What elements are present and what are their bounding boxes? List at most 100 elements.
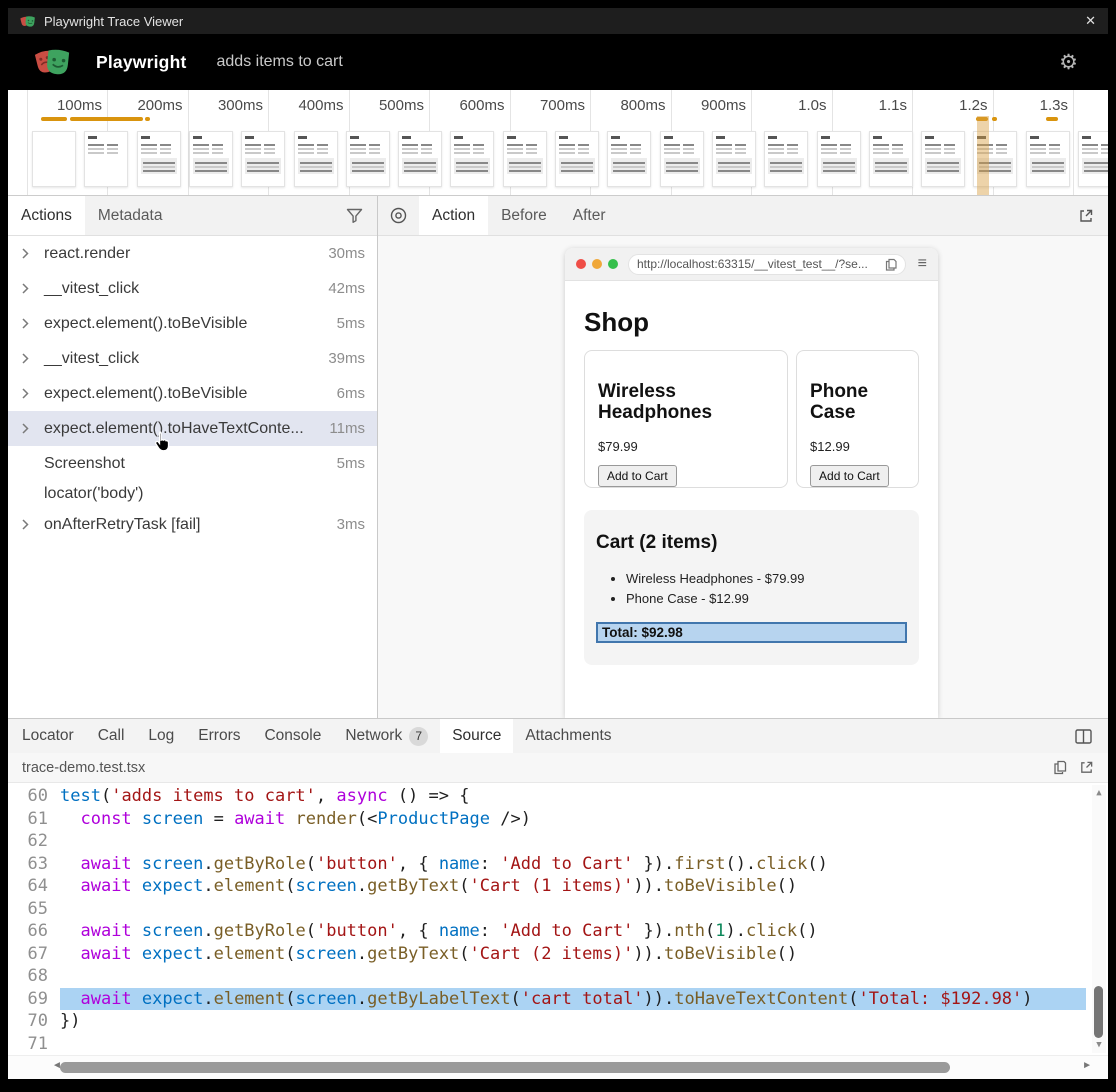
chevron-right-icon[interactable] xyxy=(22,283,44,294)
mini-col xyxy=(507,142,523,154)
mini-title xyxy=(1030,136,1039,139)
filter-icon[interactable] xyxy=(346,208,363,224)
film-frame[interactable] xyxy=(607,131,651,187)
action-row[interactable]: __vitest_click42ms xyxy=(8,271,377,306)
scroll-down-icon[interactable]: ▼ xyxy=(1092,1040,1106,1050)
film-frame[interactable] xyxy=(660,131,704,187)
tab-actions[interactable]: Actions xyxy=(8,196,85,235)
action-row[interactable]: expect.element().toBeVisible6ms xyxy=(8,376,377,411)
film-frame[interactable] xyxy=(973,131,1017,187)
action-row[interactable]: Screenshot5ms xyxy=(8,446,377,481)
line-content: await expect.element(screen.getByText('C… xyxy=(60,943,1086,966)
code-vertical-scrollbar[interactable]: ▲ ▼ xyxy=(1092,785,1106,1053)
close-icon[interactable]: ✕ xyxy=(1085,13,1096,29)
open-snapshot-icon[interactable] xyxy=(1078,208,1094,224)
chevron-right-icon[interactable] xyxy=(22,423,44,434)
mini-title xyxy=(88,136,97,139)
tab-network[interactable]: Network7 xyxy=(333,719,440,753)
tab-after[interactable]: After xyxy=(560,196,619,235)
snapshot-viewport: http://localhost:63315/__vitest_test__/?… xyxy=(378,236,1108,718)
line-number: 67 xyxy=(8,943,48,966)
mini-col xyxy=(421,142,432,154)
cart-item: Wireless Headphones - $79.99 xyxy=(626,569,907,589)
mini-products xyxy=(716,142,752,154)
vertical-scroll-thumb[interactable] xyxy=(1094,986,1103,1038)
tab-metadata[interactable]: Metadata xyxy=(85,196,176,235)
film-strip xyxy=(8,131,1108,189)
mini-title xyxy=(977,136,986,139)
copy-url-icon[interactable] xyxy=(885,258,897,271)
timeline-action-bar xyxy=(1046,117,1058,121)
film-frame[interactable] xyxy=(450,131,494,187)
mini-title xyxy=(245,136,254,139)
timeline-action-bar xyxy=(992,117,997,121)
film-frame[interactable] xyxy=(1078,131,1108,187)
tab-action[interactable]: Action xyxy=(419,196,488,235)
film-frame[interactable] xyxy=(555,131,599,187)
code-horizontal-scrollbar[interactable]: ◄ ► xyxy=(8,1055,1108,1079)
gear-icon[interactable]: ⚙ xyxy=(1059,52,1078,73)
add-to-cart-button[interactable]: Add to Cart xyxy=(598,465,677,487)
film-frame[interactable] xyxy=(32,131,76,187)
chevron-right-icon[interactable] xyxy=(22,388,44,399)
film-frame[interactable] xyxy=(869,131,913,187)
mini-col xyxy=(944,142,955,154)
chevron-right-icon[interactable] xyxy=(22,353,44,364)
mini-col xyxy=(369,142,380,154)
film-frame[interactable] xyxy=(84,131,128,187)
panel-layout-icon[interactable] xyxy=(1075,719,1108,753)
pick-locator-icon[interactable] xyxy=(378,196,419,235)
film-frame[interactable] xyxy=(398,131,442,187)
tab-call[interactable]: Call xyxy=(86,719,137,753)
film-frame[interactable] xyxy=(503,131,547,187)
mini-col xyxy=(350,142,366,154)
action-row[interactable]: __vitest_click39ms xyxy=(8,341,377,376)
chevron-right-icon[interactable] xyxy=(22,248,44,259)
app-name: Playwright xyxy=(96,52,187,73)
film-frame[interactable] xyxy=(817,131,861,187)
tab-console[interactable]: Console xyxy=(252,719,333,753)
open-source-icon[interactable] xyxy=(1079,760,1094,775)
tab-source[interactable]: Source xyxy=(440,719,513,753)
timeline[interactable]: 100ms200ms300ms400ms500ms600ms700ms800ms… xyxy=(8,90,1108,196)
chevron-right-icon[interactable] xyxy=(22,519,44,530)
action-row[interactable]: expect.element().toBeVisible5ms xyxy=(8,306,377,341)
horizontal-scroll-thumb[interactable] xyxy=(60,1062,950,1073)
add-to-cart-button[interactable]: Add to Cart xyxy=(810,465,889,487)
film-frame[interactable] xyxy=(189,131,233,187)
film-frame[interactable] xyxy=(137,131,181,187)
tab-before[interactable]: Before xyxy=(488,196,560,235)
action-row[interactable]: onAfterRetryTask [fail]3ms xyxy=(8,507,377,542)
details-tabbar: LocatorCall Log ErrorsConsoleNetwork7Sourc… xyxy=(8,719,1108,753)
tab-attachments[interactable]: Attachments xyxy=(513,719,623,753)
film-frame[interactable] xyxy=(346,131,390,187)
line-number: 69 xyxy=(8,988,48,1011)
tab-errors[interactable]: Errors xyxy=(186,719,252,753)
scroll-right-icon[interactable]: ► xyxy=(1082,1060,1092,1071)
code-line: 71 xyxy=(8,1033,1108,1056)
action-row[interactable]: react.render30ms xyxy=(8,236,377,271)
film-frame[interactable] xyxy=(1026,131,1070,187)
tab-label: Log xyxy=(148,727,174,745)
mini-col xyxy=(1082,142,1098,154)
copy-source-icon[interactable] xyxy=(1053,760,1067,775)
action-row[interactable]: expect.element().toHaveTextConte...11ms xyxy=(8,411,377,446)
product-price: $12.99 xyxy=(810,439,905,454)
chevron-right-icon[interactable] xyxy=(22,318,44,329)
film-frame[interactable] xyxy=(921,131,965,187)
film-frame[interactable] xyxy=(294,131,338,187)
actions-tabbar: ActionsMetadata xyxy=(8,196,377,236)
film-frame[interactable] xyxy=(241,131,285,187)
mini-col xyxy=(88,142,104,154)
mini-cart xyxy=(611,158,647,174)
tab-locator[interactable]: Locator xyxy=(10,719,86,753)
tab-log[interactable]: Log xyxy=(136,719,186,753)
code-line: 65 xyxy=(8,898,1108,921)
product-price: $79.99 xyxy=(598,439,774,454)
film-frame[interactable] xyxy=(764,131,808,187)
line-content: await expect.element(screen.getByText('C… xyxy=(60,875,1086,898)
mini-col xyxy=(193,142,209,154)
film-frame[interactable] xyxy=(712,131,756,187)
mini-col xyxy=(996,142,1007,154)
scroll-up-icon[interactable]: ▲ xyxy=(1092,788,1106,798)
